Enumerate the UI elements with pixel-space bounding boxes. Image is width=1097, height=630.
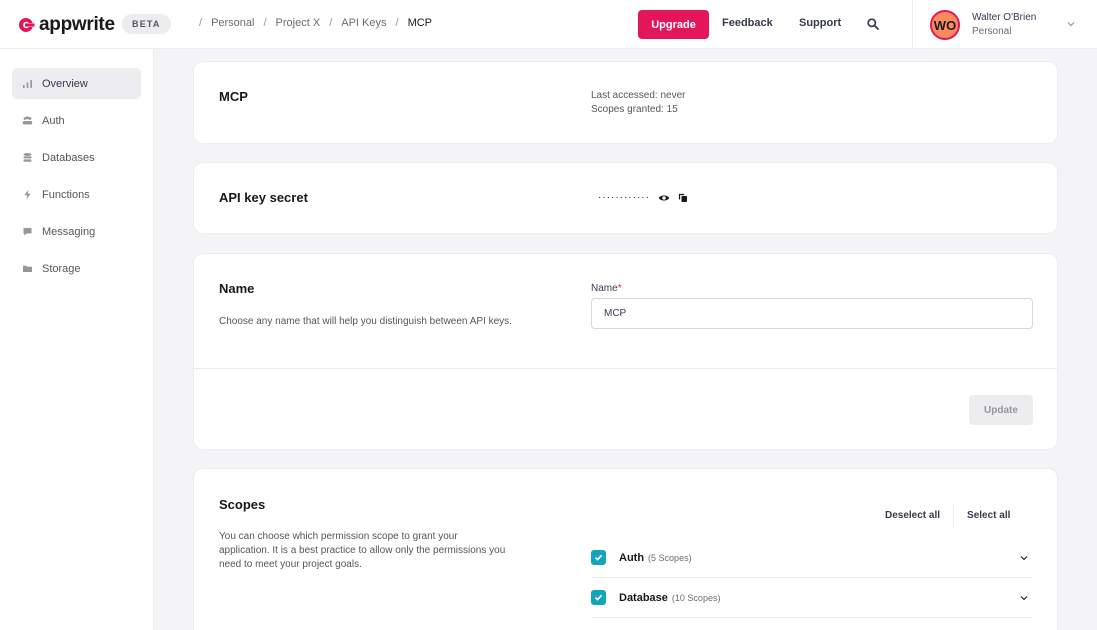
scopes-description: You can choose which permission scope to… [219, 531, 506, 570]
breadcrumb-separator: / [395, 17, 399, 29]
sidebar-item-label: Overview [42, 77, 88, 90]
breadcrumb-project[interactable]: Project X [276, 17, 321, 29]
chevron-down-icon[interactable] [1019, 553, 1029, 563]
logo[interactable]: appwrite [17, 14, 115, 36]
beta-badge: BETA [122, 14, 171, 34]
scope-group-name: Auth [619, 551, 645, 564]
required-mark: * [617, 283, 622, 294]
appwrite-logo-icon [18, 17, 35, 32]
key-title: MCP [219, 89, 248, 104]
breadcrumb-separator: / [199, 17, 203, 29]
chevron-down-icon[interactable] [1066, 19, 1076, 29]
folder-icon [23, 265, 32, 272]
sidebar-item-label: Messaging [42, 225, 96, 238]
search-icon[interactable] [866, 17, 880, 31]
chevron-down-icon[interactable] [1019, 593, 1029, 603]
scope-group-count: (5 Scopes) [648, 552, 692, 563]
sidebar-item-label: Auth [42, 114, 65, 127]
breadcrumb-api-keys[interactable]: API Keys [341, 17, 386, 29]
secret-title: API key secret [219, 190, 308, 205]
support-link[interactable]: Support [799, 17, 841, 29]
top-bar: appwrite BETA / Personal / Project X / A… [0, 0, 1097, 49]
lightning-icon [24, 189, 31, 200]
name-label-text: Name [591, 283, 618, 294]
breadcrumb-separator: / [329, 17, 333, 29]
check-icon [594, 554, 603, 561]
name-card-description: Choose any name that will help you disti… [219, 316, 512, 327]
key-meta: Last accessed: never Scopes granted: 15 [591, 89, 686, 117]
sidebar-item-label: Storage [42, 262, 81, 275]
chart-bars-icon [23, 80, 32, 88]
scope-group-next[interactable] [591, 618, 1033, 630]
breadcrumb-separator: / [263, 17, 267, 29]
upgrade-button[interactable]: Upgrade [638, 10, 709, 39]
deselect-all-button[interactable]: Deselect all [885, 510, 940, 521]
secret-value: ············ [598, 192, 688, 203]
name-card: Name Choose any name that will help you … [193, 253, 1058, 450]
card-divider [194, 368, 1057, 369]
breadcrumb: / Personal / Project X / API Keys / MCP [190, 17, 432, 29]
update-button[interactable]: Update [969, 395, 1033, 425]
scope-group-database[interactable]: Database (10 Scopes) [591, 578, 1033, 618]
scopes-title: Scopes [219, 497, 266, 512]
actions-divider [953, 503, 955, 527]
sidebar-item-messaging[interactable]: Messaging [12, 216, 141, 247]
name-input[interactable] [591, 298, 1033, 329]
sidebar-item-overview[interactable]: Overview [12, 68, 141, 99]
select-all-button[interactable]: Select all [967, 510, 1010, 521]
sidebar-item-auth[interactable]: Auth [12, 105, 141, 136]
database-scopes-checkbox[interactable] [591, 590, 606, 605]
user-name[interactable]: Walter O'Brien [972, 12, 1036, 23]
scope-group-name: Database [619, 591, 668, 604]
breadcrumb-current: MCP [407, 17, 433, 29]
copy-icon[interactable] [678, 193, 688, 203]
scopes-card: Scopes You can choose which permission s… [193, 468, 1058, 630]
feedback-link[interactable]: Feedback [722, 17, 773, 29]
scope-group-count: (10 Scopes) [671, 592, 721, 603]
database-icon [23, 153, 32, 162]
breadcrumb-personal[interactable]: Personal [211, 17, 254, 29]
name-field-label: Name* [591, 283, 622, 294]
logo-text: appwrite [39, 14, 115, 35]
key-info-card: MCP Last accessed: never Scopes granted:… [193, 61, 1058, 144]
api-secret-card: API key secret ············ [193, 162, 1058, 234]
sidebar: Overview Auth Databases Functions Messag… [0, 49, 154, 630]
header-divider [912, 0, 913, 48]
sidebar-item-storage[interactable]: Storage [12, 253, 141, 284]
auth-scopes-checkbox[interactable] [591, 550, 606, 565]
name-card-title: Name [219, 281, 255, 296]
scope-group-auth[interactable]: Auth (5 Scopes) [591, 538, 1033, 578]
sidebar-item-functions[interactable]: Functions [12, 179, 141, 210]
sidebar-item-label: Databases [42, 151, 95, 164]
secret-masked: ············ [598, 192, 650, 203]
scope-actions: Deselect all Select all [885, 503, 1010, 527]
check-icon [594, 594, 603, 601]
avatar[interactable]: WO [930, 10, 960, 40]
user-org[interactable]: Personal [972, 26, 1011, 37]
eye-icon[interactable] [658, 193, 670, 203]
scopes-granted: Scopes granted: 15 [591, 104, 678, 115]
sidebar-item-databases[interactable]: Databases [12, 142, 141, 173]
users-icon [22, 116, 33, 125]
chat-icon [23, 228, 32, 236]
last-accessed: Last accessed: never [591, 90, 686, 101]
sidebar-item-label: Functions [42, 188, 90, 201]
